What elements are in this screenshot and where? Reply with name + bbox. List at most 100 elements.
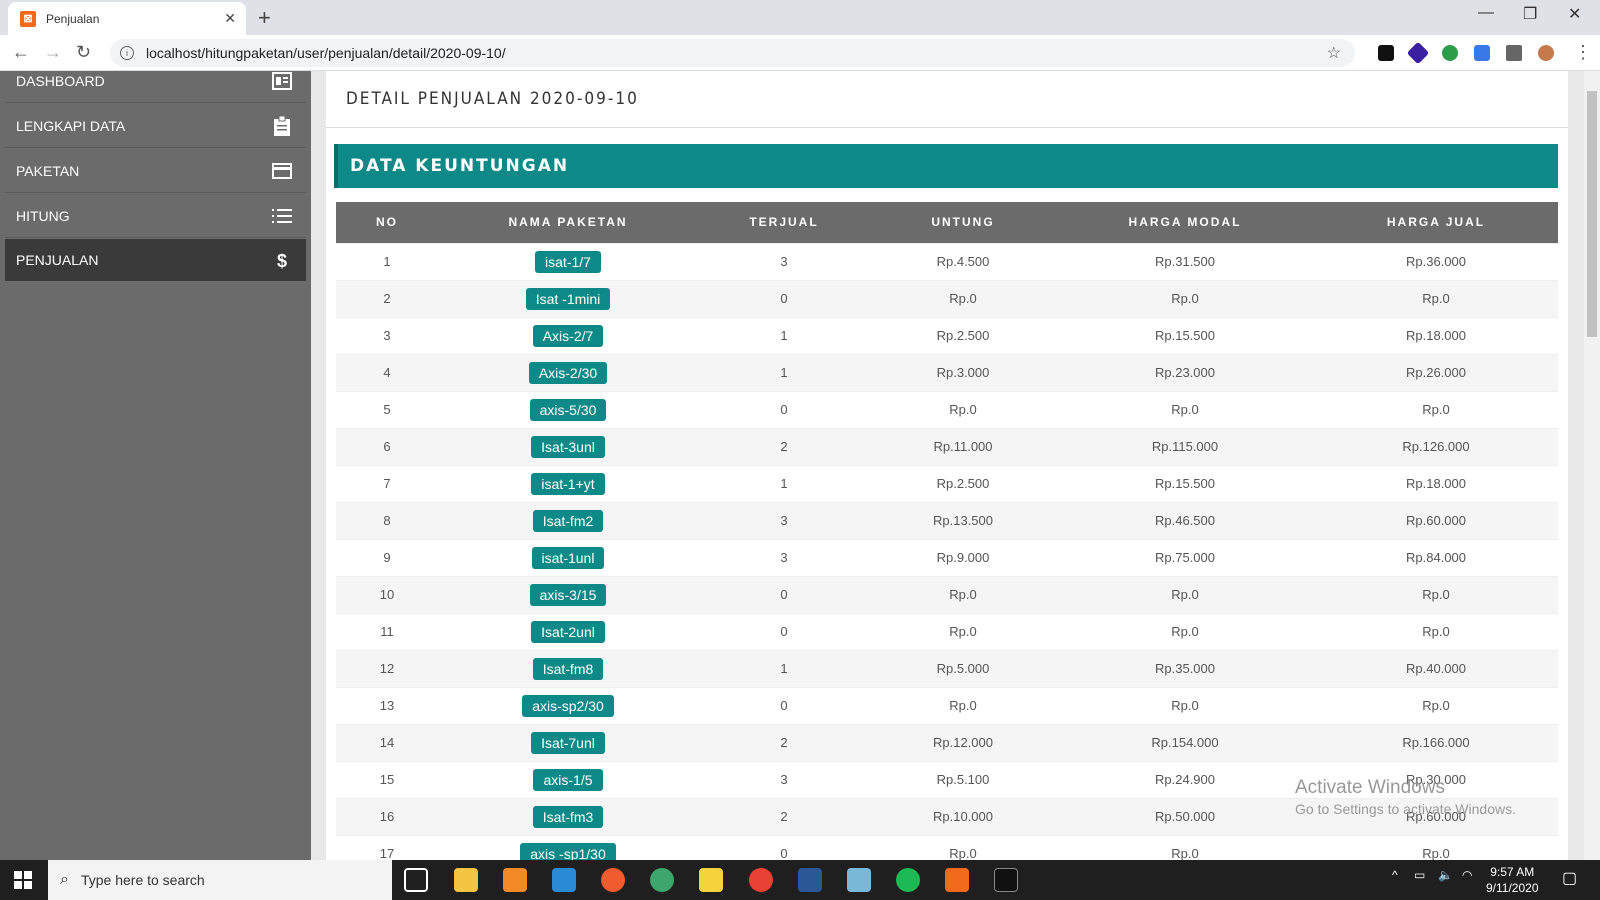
new-tab-button[interactable]: + (258, 5, 271, 31)
cell-terjual: 1 (698, 316, 870, 354)
table-row: 17 axis -sp1/30 0 Rp.0 Rp.0 Rp.0 (336, 834, 1558, 860)
cell-untung: Rp.2.500 (870, 464, 1056, 502)
sidebar-item-paketan[interactable]: PAKETAN (5, 149, 306, 193)
chrome-icon[interactable] (749, 868, 773, 892)
extension-icon[interactable] (1442, 45, 1458, 61)
cell-harga-modal: Rp.0 (1056, 612, 1314, 650)
translate-icon[interactable] (1474, 45, 1490, 61)
menu-dots-icon[interactable]: ⋮ (1574, 42, 1592, 63)
puzzle-icon[interactable] (1506, 45, 1522, 61)
package-badge: isat-1+yt (531, 472, 605, 495)
chevron-up-icon[interactable]: ^ (1392, 868, 1398, 882)
restore-icon[interactable]: ❐ (1523, 4, 1537, 24)
cell-harga-modal: Rp.23.000 (1056, 353, 1314, 391)
cell-harga-modal: Rp.50.000 (1056, 797, 1314, 835)
sidebar-item-label: DASHBOARD (16, 72, 105, 89)
taskbar-clock[interactable]: 9:57 AM 9/11/2020 (1486, 864, 1539, 896)
cell-harga-modal: Rp.15.500 (1056, 464, 1314, 502)
cell-no: 8 (336, 501, 438, 539)
cell-terjual: 2 (698, 797, 870, 835)
extension-icon[interactable] (1406, 41, 1430, 65)
cell-harga-jual: Rp.0 (1314, 834, 1558, 860)
cell-no: 6 (336, 427, 438, 465)
cell-terjual: 1 (698, 649, 870, 687)
sublime-text-icon[interactable] (503, 868, 527, 892)
activate-windows-watermark: Activate Windows Go to Settings to activ… (1295, 777, 1516, 817)
bookmark-star-icon[interactable]: ☆ (1327, 43, 1341, 63)
task-view-icon[interactable] (404, 868, 428, 892)
word-icon[interactable] (798, 868, 822, 892)
cell-nama-paketan: isat-1unl (438, 538, 698, 576)
sidebar-item-label: PENJUALAN (16, 252, 99, 268)
card-icon (272, 161, 292, 181)
taskbar-search-input[interactable]: ⌕ Type here to search (48, 860, 392, 900)
column-header-nama-paketan: NAMA PAKETAN (438, 202, 698, 243)
table-row: 7 isat-1+yt 1 Rp.2.500 Rp.15.500 Rp.18.000 (336, 464, 1558, 502)
extension-icon[interactable] (1378, 45, 1394, 61)
vscode-icon[interactable] (552, 868, 576, 892)
sidebar-item-dashboard[interactable]: DASHBOARD (5, 59, 306, 103)
search-icon: ⌕ (60, 871, 69, 888)
cell-harga-modal: Rp.0 (1056, 279, 1314, 317)
minimize-icon[interactable]: — (1478, 4, 1494, 22)
xampp-icon[interactable] (945, 868, 969, 892)
table-row: 12 Isat-fm8 1 Rp.5.000 Rp.35.000 Rp.40.000 (336, 649, 1558, 687)
table-row: 8 Isat-fm2 3 Rp.13.500 Rp.46.500 Rp.60.000 (336, 501, 1558, 539)
terminal-icon[interactable] (994, 868, 1018, 892)
close-tab-icon[interactable]: ✕ (224, 10, 236, 27)
dashboard-icon (272, 71, 292, 91)
notifications-icon[interactable]: ▢ (1562, 868, 1577, 888)
package-badge: axis-3/15 (529, 583, 607, 606)
tab-title: Penjualan (46, 11, 100, 26)
app-icon[interactable] (847, 868, 871, 892)
sidebar-item-penjualan[interactable]: PENJUALAN $ (5, 239, 306, 281)
package-badge: Isat-fm2 (532, 509, 604, 532)
scrollbar-thumb[interactable] (1587, 91, 1597, 337)
clock-date: 9/11/2020 (1486, 881, 1539, 895)
watermark-subtitle: Go to Settings to activate Windows. (1295, 801, 1516, 817)
app-icon[interactable] (650, 868, 674, 892)
package-badge: isat-1/7 (535, 250, 601, 273)
cell-no: 16 (336, 797, 438, 835)
cell-nama-paketan: axis -sp1/30 (438, 834, 698, 860)
browser-tab[interactable]: ⊠ Penjualan ✕ (8, 2, 246, 35)
cell-harga-modal: Rp.115.000 (1056, 427, 1314, 465)
info-icon[interactable]: i (120, 46, 134, 60)
sidebar-item-hitung[interactable]: HITUNG (5, 194, 306, 238)
postman-icon[interactable] (601, 868, 625, 892)
battery-icon[interactable]: ▭ (1414, 868, 1425, 882)
spotify-icon[interactable] (896, 868, 920, 892)
card-title: DATA KEUNTUNGAN (334, 144, 1558, 188)
cell-harga-jual: Rp.0 (1314, 612, 1558, 650)
cell-no: 15 (336, 760, 438, 798)
windows-start-icon[interactable] (14, 871, 32, 889)
column-header-harga-modal: HARGA MODAL (1056, 202, 1314, 243)
table-row: 11 Isat-2unl 0 Rp.0 Rp.0 Rp.0 (336, 612, 1558, 650)
close-window-icon[interactable]: ✕ (1568, 4, 1581, 24)
cell-terjual: 3 (698, 242, 870, 280)
cell-harga-modal: Rp.15.500 (1056, 316, 1314, 354)
windows-taskbar: ⌕ Type here to search ^ ▭ 🔈 ◠ 9:57 AM 9/… (0, 860, 1600, 900)
cell-harga-jual: Rp.0 (1314, 686, 1558, 724)
file-explorer-icon[interactable] (454, 868, 478, 892)
cell-nama-paketan: Isat-3unl (438, 427, 698, 465)
cell-untung: Rp.9.000 (870, 538, 1056, 576)
cell-harga-modal: Rp.35.000 (1056, 649, 1314, 687)
table-row: 1 isat-1/7 3 Rp.4.500 Rp.31.500 Rp.36.000 (336, 242, 1558, 280)
cell-nama-paketan: axis-sp2/30 (438, 686, 698, 724)
avatar[interactable] (1538, 45, 1554, 61)
cell-harga-jual: Rp.36.000 (1314, 242, 1558, 280)
volume-icon[interactable]: 🔈 (1438, 868, 1453, 882)
sticky-notes-icon[interactable] (699, 868, 723, 892)
table-row: 6 Isat-3unl 2 Rp.11.000 Rp.115.000 Rp.126.000 (336, 427, 1558, 465)
cell-untung: Rp.0 (870, 390, 1056, 428)
cell-terjual: 0 (698, 686, 870, 724)
cell-no: 4 (336, 353, 438, 391)
cell-nama-paketan: Isat-2unl (438, 612, 698, 650)
cell-no: 2 (336, 279, 438, 317)
cell-harga-jual: Rp.166.000 (1314, 723, 1558, 761)
page-scrollbar[interactable] (1584, 71, 1600, 860)
cell-untung: Rp.4.500 (870, 242, 1056, 280)
sidebar-item-lengkapi-data[interactable]: LENGKAPI DATA (5, 104, 306, 148)
wifi-icon[interactable]: ◠ (1462, 868, 1472, 882)
